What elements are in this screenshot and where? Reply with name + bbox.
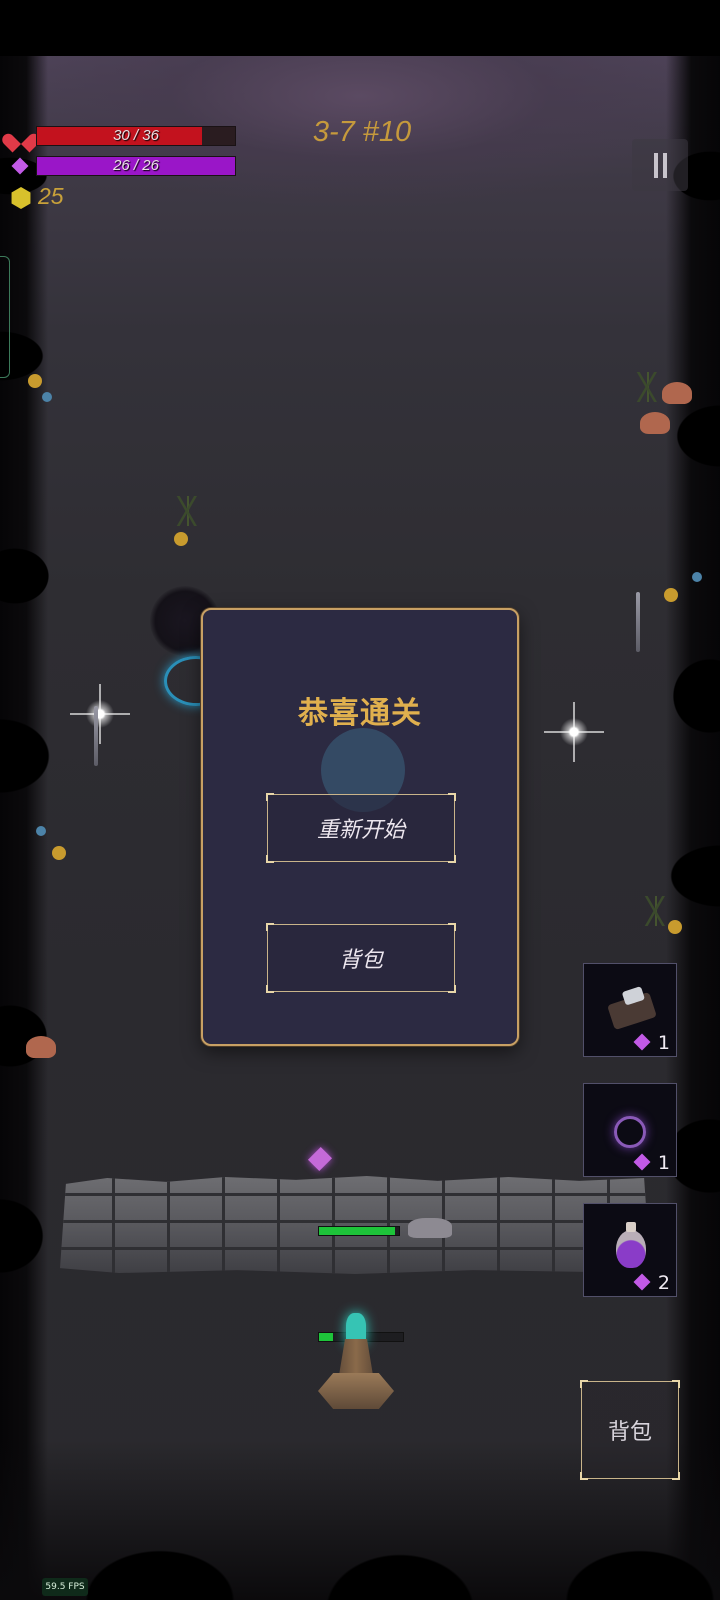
skill-slot-vortex[interactable]: 1 — [583, 1083, 677, 1177]
pause-icon — [654, 153, 658, 178]
pause-button[interactable] — [632, 139, 688, 191]
dialog-backpack-label: 背包 — [338, 948, 383, 973]
skill-slot-scroll[interactable]: 1 — [583, 963, 677, 1057]
yellow-flower — [668, 920, 682, 934]
blue-flower — [692, 572, 702, 582]
backpack-button-label: 背包 — [607, 1420, 652, 1445]
vortex-icon — [614, 1116, 646, 1148]
grass-tuft — [168, 496, 208, 526]
side-drawer-tab[interactable] — [0, 256, 10, 378]
yellow-flower — [664, 588, 678, 602]
restart-button-label: 重新开始 — [316, 818, 405, 843]
level-indicator: 3-7 #10 — [312, 116, 412, 148]
mana-gem-icon — [633, 1273, 651, 1291]
crystal-tower[interactable] — [318, 1313, 394, 1409]
orange-mushroom — [26, 1036, 56, 1058]
left-hedge — [0, 56, 120, 1600]
skill-cost: 1 — [657, 1032, 670, 1054]
mana-label: 26 / 26 — [113, 157, 159, 174]
right-hedge — [600, 56, 720, 1600]
mana-gem-icon — [633, 1033, 651, 1051]
yellow-flower — [174, 532, 188, 546]
skill-slot-potion[interactable]: 2 — [583, 1203, 677, 1297]
skill-cost: 1 — [657, 1152, 670, 1174]
dialog-backpack-button[interactable]: 背包 — [266, 923, 456, 993]
scroll-icon — [607, 991, 657, 1031]
tower-base — [318, 1373, 394, 1409]
stone-wall — [60, 1176, 650, 1274]
orange-mushroom — [662, 382, 692, 404]
restart-button[interactable]: 重新开始 — [266, 793, 456, 863]
sword-prop — [94, 706, 98, 766]
victory-dialog: 恭喜通关 重新开始 背包 — [201, 608, 519, 1046]
pause-icon — [663, 153, 667, 178]
wall-health-bar — [318, 1226, 400, 1236]
mana-bar: 26 / 26 — [36, 156, 236, 176]
enemy[interactable] — [408, 1218, 452, 1238]
potion-icon — [616, 1222, 646, 1268]
mana-gem-pickup[interactable] — [307, 1146, 333, 1172]
health-bar: 30 / 36 — [36, 126, 236, 146]
mana-gem-icon — [633, 1153, 651, 1171]
mana-gem-icon — [11, 157, 29, 175]
skill-cost: 2 — [657, 1272, 670, 1294]
sparkle-effect — [544, 702, 604, 762]
heart-icon — [10, 126, 32, 144]
blue-flower — [36, 826, 46, 836]
fps-counter: 59.5 FPS — [42, 1578, 88, 1596]
gold-count: 25 — [38, 183, 64, 209]
yellow-flower — [28, 374, 42, 388]
yellow-flower — [52, 846, 66, 860]
sparkle-effect — [70, 684, 130, 744]
sword-prop — [636, 592, 640, 652]
blue-flower — [42, 392, 52, 402]
wall-health-fill — [319, 1227, 395, 1235]
orange-mushroom — [640, 412, 670, 434]
dialog-title: 恭喜通关 — [298, 696, 422, 731]
backpack-button[interactable]: 背包 — [580, 1380, 680, 1480]
health-label: 30 / 36 — [113, 127, 159, 144]
